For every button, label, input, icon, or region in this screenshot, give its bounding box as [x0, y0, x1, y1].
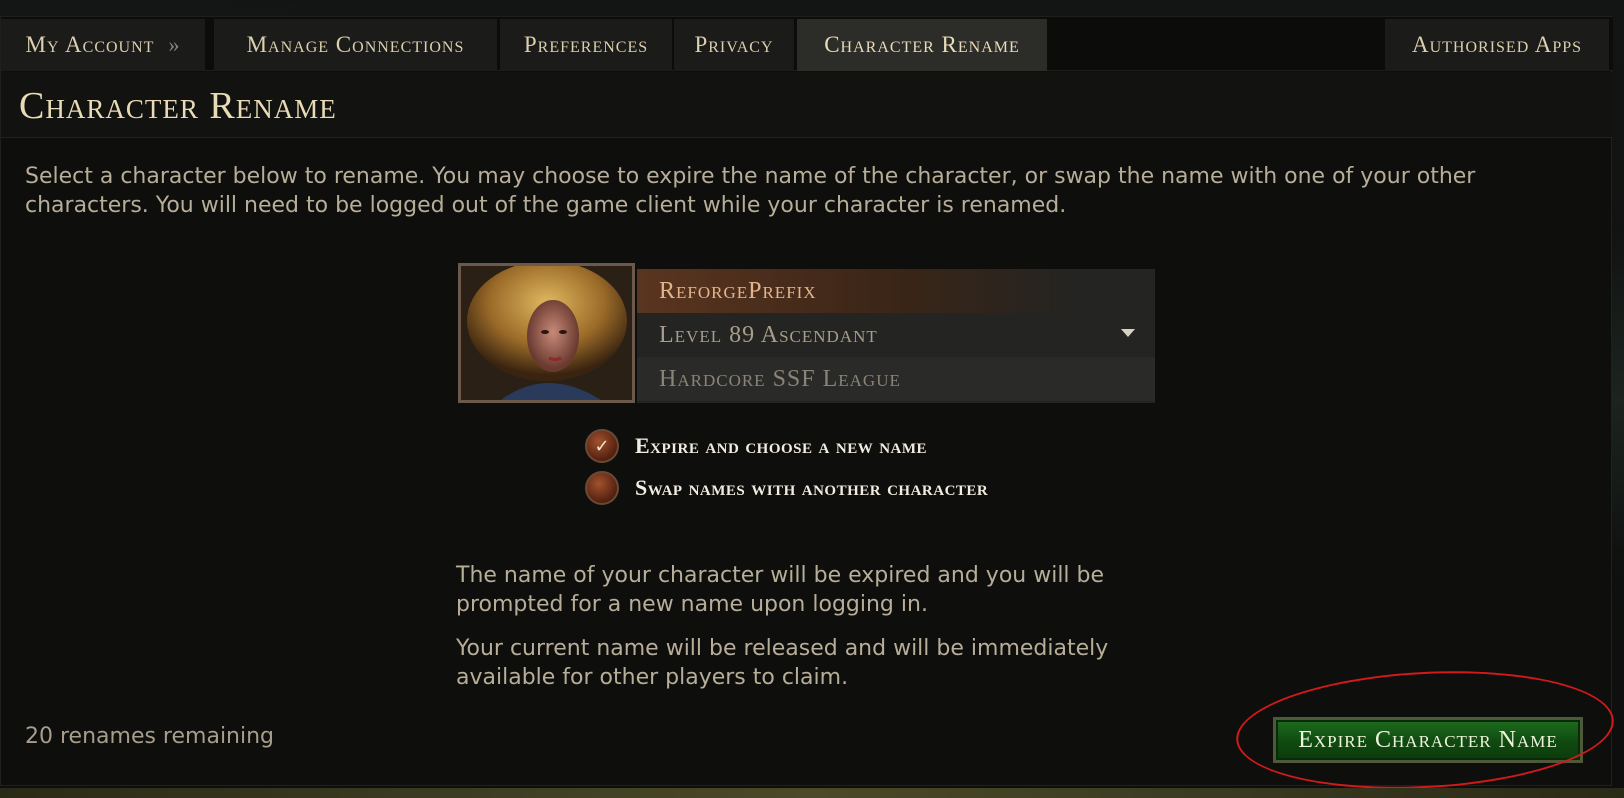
- expire-description: The name of your character will be expir…: [456, 563, 1105, 617]
- breadcrumb-separator: »: [168, 32, 181, 57]
- character-name: ReforgePrefix: [637, 269, 1155, 313]
- option-expire-name[interactable]: ✓ Expire and choose a new name: [585, 429, 927, 463]
- nav-my-account-label: My Account: [25, 32, 155, 57]
- tab-label: Character Rename: [824, 32, 1020, 57]
- radio-unchecked-icon[interactable]: [585, 471, 619, 505]
- radio-checked-icon[interactable]: ✓: [585, 429, 619, 463]
- tab-privacy[interactable]: Privacy: [674, 19, 794, 71]
- option-label: Swap names with another character: [635, 475, 989, 500]
- tab-preferences[interactable]: Preferences: [500, 19, 672, 71]
- nav-my-account[interactable]: My Account »: [1, 19, 205, 71]
- character-info[interactable]: ReforgePrefix Level 89 Ascendant Hardcor…: [637, 269, 1155, 403]
- tab-label: Authorised Apps: [1411, 32, 1583, 57]
- character-level-class: Level 89 Ascendant: [659, 321, 878, 348]
- tab-character-rename[interactable]: Character Rename: [797, 19, 1047, 71]
- account-nav: My Account » Manage Connections Preferen…: [1, 17, 1613, 71]
- option-label: Expire and choose a new name: [635, 433, 928, 458]
- character-portrait: [458, 263, 635, 403]
- page-header: Character Rename: [1, 72, 1613, 138]
- account-panel: My Account » Manage Connections Preferen…: [0, 16, 1613, 786]
- button-label: Expire Character Name: [1298, 726, 1558, 753]
- option-swap-names[interactable]: Swap names with another character: [585, 471, 988, 505]
- tab-manage-connections[interactable]: Manage Connections: [214, 19, 497, 71]
- tab-label: Privacy: [694, 32, 774, 57]
- character-league: Hardcore SSF League: [637, 357, 1155, 401]
- expire-character-name-button[interactable]: Expire Character Name: [1273, 717, 1583, 763]
- tab-label: Preferences: [523, 32, 649, 57]
- character-selector[interactable]: ReforgePrefix Level 89 Ascendant Hardcor…: [458, 263, 1156, 403]
- chevron-down-icon[interactable]: [1121, 329, 1135, 337]
- tab-label: Manage Connections: [246, 32, 465, 57]
- tab-authorised-apps[interactable]: Authorised Apps: [1385, 19, 1609, 71]
- page-title: Character Rename: [19, 85, 337, 127]
- release-description: Your current name will be released and w…: [456, 636, 1109, 690]
- bottom-border: [0, 788, 1624, 798]
- renames-remaining: 20 renames remaining: [25, 724, 275, 749]
- intro-text: Select a character below to rename. You …: [25, 164, 1476, 218]
